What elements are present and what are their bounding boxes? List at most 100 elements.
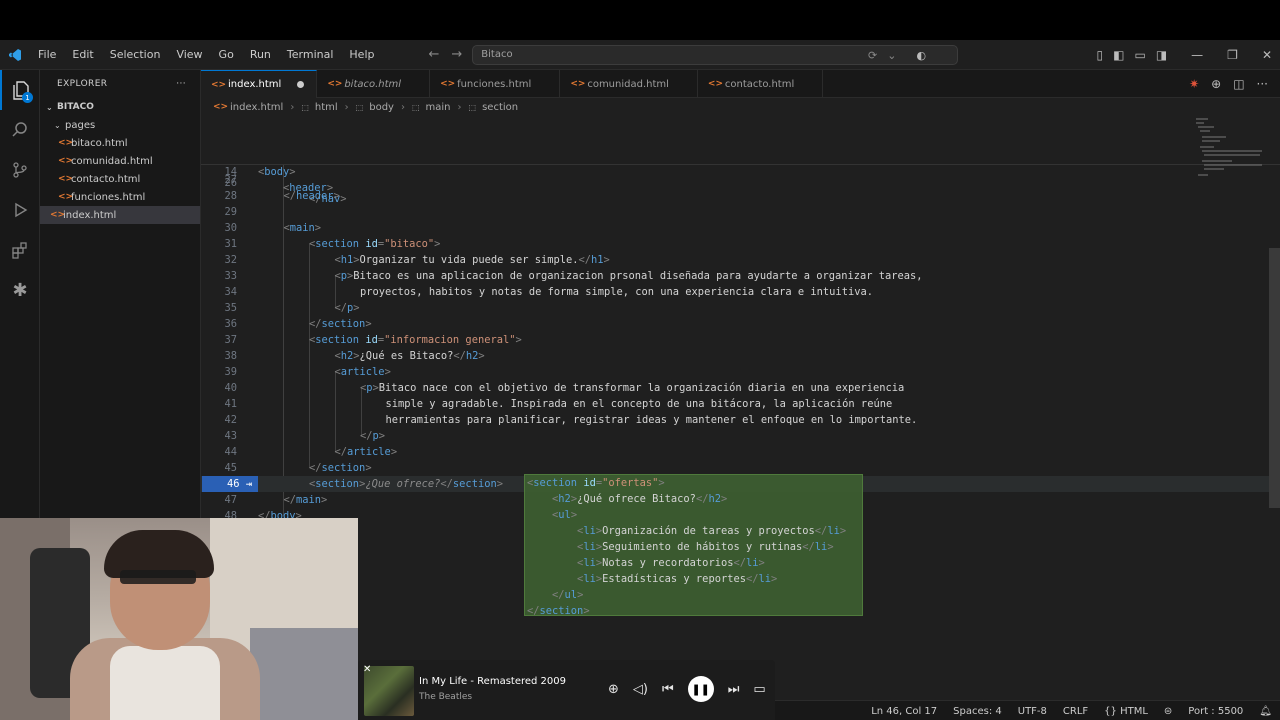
code-text: <h1>Organizar tu vida puede ser simple.<… bbox=[334, 254, 610, 266]
code-line: 40 <p>Bitaco nace con el objetivo de tran… bbox=[201, 380, 1201, 396]
toggle-bottom-panel-icon[interactable]: ▭ bbox=[1134, 48, 1145, 62]
code-line: 41 simple y agradable. Inspirada en el co… bbox=[201, 396, 1201, 412]
mini-player-icon[interactable]: ▭ bbox=[753, 682, 765, 697]
line-number: 44 bbox=[224, 446, 237, 458]
workspace-root[interactable]: ⌄ BITACO bbox=[40, 98, 200, 116]
toggle-secondary-sidebar-icon[interactable]: ◨ bbox=[1156, 48, 1167, 62]
code-line: 30 <main> bbox=[201, 220, 1201, 236]
breadcrumb-item[interactable]: body bbox=[369, 102, 394, 113]
live-preview-icon[interactable]: ✷ bbox=[1189, 77, 1199, 91]
suggestion-line: <li>Notas y recordatorios</li> bbox=[577, 557, 765, 569]
tab-bitaco[interactable]: <> bitaco.html bbox=[317, 70, 431, 98]
unsaved-dot-icon[interactable] bbox=[297, 81, 305, 88]
status-bar-right: Ln 46, Col 17 Spaces: 4 UTF-8 CRLF {} HT… bbox=[871, 701, 1272, 720]
chevron-down-icon[interactable]: ⌄ bbox=[887, 49, 896, 62]
pause-button[interactable]: ❚❚ bbox=[687, 676, 714, 702]
globe-icon[interactable]: ⊕ bbox=[1211, 77, 1221, 91]
sticky-divider bbox=[201, 164, 1280, 165]
live-server-icon[interactable]: ✱ bbox=[0, 270, 40, 310]
file-item[interactable]: <> comunidad.html bbox=[40, 152, 200, 170]
file-item[interactable]: <> contacto.html bbox=[40, 170, 200, 188]
folder-pages[interactable]: ⌄ pages bbox=[40, 116, 200, 134]
editor-scrollbar[interactable] bbox=[1269, 248, 1280, 508]
breadcrumb-item[interactable]: section bbox=[482, 102, 518, 113]
breadcrumb-item[interactable]: html bbox=[315, 102, 338, 113]
toggle-sidebar-icon[interactable]: ◧ bbox=[1113, 48, 1124, 62]
suggestion-line: <li>Estadísticas y reportes</li> bbox=[577, 573, 778, 585]
menu-item-selection[interactable]: Selection bbox=[102, 48, 169, 61]
minimap[interactable] bbox=[1192, 116, 1268, 196]
maximize-icon[interactable]: ❐ bbox=[1227, 48, 1238, 62]
inline-suggestion-popup[interactable]: <section id="ofertas"> <h2>¿Qué ofrece B… bbox=[524, 474, 863, 617]
back-arrow-icon[interactable]: ← bbox=[428, 47, 439, 62]
code-line: 43 </p> bbox=[201, 428, 1201, 444]
extensions-icon[interactable] bbox=[0, 230, 40, 270]
cursor-position[interactable]: Ln 46, Col 17 bbox=[871, 706, 937, 717]
add-icon[interactable]: ⊕ bbox=[608, 682, 619, 697]
html-file-icon: <> bbox=[50, 210, 66, 220]
breadcrumb-item[interactable]: main bbox=[426, 102, 451, 113]
code-line: 36 </section> bbox=[201, 316, 1201, 332]
search-icon[interactable] bbox=[0, 110, 40, 150]
menu-item-help[interactable]: Help bbox=[341, 48, 382, 61]
copilot-status-icon[interactable]: ⊜ bbox=[1164, 706, 1172, 717]
close-icon[interactable]: ✕ bbox=[1262, 48, 1272, 62]
file-item[interactable]: <> bitaco.html bbox=[40, 134, 200, 152]
tab-funciones[interactable]: <> funciones.html bbox=[430, 70, 561, 98]
html-file-icon: <> bbox=[707, 79, 724, 89]
explorer-icon[interactable]: 1 bbox=[0, 70, 40, 110]
menu-item-run[interactable]: Run bbox=[242, 48, 279, 61]
file-item[interactable]: <> funciones.html bbox=[40, 188, 200, 206]
line-number: 32 bbox=[224, 254, 237, 266]
webcam-person-shirt bbox=[110, 646, 220, 720]
encoding[interactable]: UTF-8 bbox=[1018, 706, 1047, 717]
menu-item-edit[interactable]: Edit bbox=[64, 48, 101, 61]
indentation[interactable]: Spaces: 4 bbox=[953, 706, 1002, 717]
close-player-icon[interactable]: ✕ bbox=[363, 664, 371, 675]
workspace-root-label: BITACO bbox=[57, 102, 94, 112]
menu-item-terminal[interactable]: Terminal bbox=[279, 48, 342, 61]
command-center-label: Bitaco bbox=[481, 49, 513, 60]
toggle-panel-icon[interactable]: ▯ bbox=[1097, 48, 1104, 62]
tab-contacto[interactable]: <> contacto.html bbox=[698, 70, 824, 98]
notifications-icon[interactable]: 🔔︎ bbox=[1259, 706, 1272, 717]
html-file-icon: <> bbox=[58, 192, 74, 202]
volume-icon[interactable]: ◁) bbox=[633, 682, 648, 697]
code-text: <article> bbox=[334, 366, 391, 378]
album-cover bbox=[364, 666, 414, 716]
live-server-port[interactable]: Port : 5500 bbox=[1188, 706, 1243, 717]
html-file-icon: <> bbox=[440, 79, 456, 89]
menu-item-file[interactable]: File bbox=[30, 48, 64, 61]
file-item-index[interactable]: <> index.html bbox=[40, 206, 200, 224]
nav-arrows: ← → bbox=[428, 47, 462, 62]
html-file-icon: <> bbox=[211, 79, 227, 90]
code-line: 39 <article> bbox=[201, 364, 1201, 380]
line-number: 37 bbox=[224, 334, 237, 346]
copilot-icon[interactable]: ⟳ bbox=[868, 49, 877, 62]
code-text: </p> bbox=[360, 430, 386, 442]
next-track-icon[interactable]: ⏭ bbox=[728, 682, 740, 697]
code-text: </article> bbox=[334, 446, 398, 458]
more-actions-icon[interactable]: ··· bbox=[1257, 77, 1268, 91]
element-icon: ⬚ bbox=[468, 102, 477, 112]
html-file-icon: <> bbox=[58, 156, 74, 166]
more-actions-icon[interactable]: ··· bbox=[176, 79, 186, 89]
previous-track-icon[interactable]: ⏮ bbox=[662, 682, 674, 697]
language-mode[interactable]: {} HTML bbox=[1104, 706, 1148, 717]
code-line: 42 herramientas para planificar, registra… bbox=[201, 412, 1201, 428]
forward-arrow-icon[interactable]: → bbox=[451, 47, 462, 62]
menu-item-view[interactable]: View bbox=[168, 48, 210, 61]
tab-label: funciones.html bbox=[457, 78, 532, 90]
tab-comunidad[interactable]: <> comunidad.html bbox=[560, 70, 698, 98]
menu-item-go[interactable]: Go bbox=[211, 48, 242, 61]
tab-index[interactable]: <> index.html bbox=[201, 70, 318, 98]
breadcrumb-item[interactable]: index.html bbox=[230, 102, 283, 113]
accounts-icon[interactable]: ◐ bbox=[916, 49, 926, 62]
titlebar-extras: ⟳ ⌄ ◐ bbox=[868, 40, 926, 70]
split-editor-icon[interactable]: ◫ bbox=[1233, 77, 1244, 91]
line-ending[interactable]: CRLF bbox=[1063, 706, 1088, 717]
suggestion-line: <li>Seguimiento de hábitos y rutinas</li… bbox=[577, 541, 834, 553]
source-control-icon[interactable] bbox=[0, 150, 40, 190]
minimize-icon[interactable]: — bbox=[1191, 48, 1203, 62]
run-debug-icon[interactable] bbox=[0, 190, 40, 230]
